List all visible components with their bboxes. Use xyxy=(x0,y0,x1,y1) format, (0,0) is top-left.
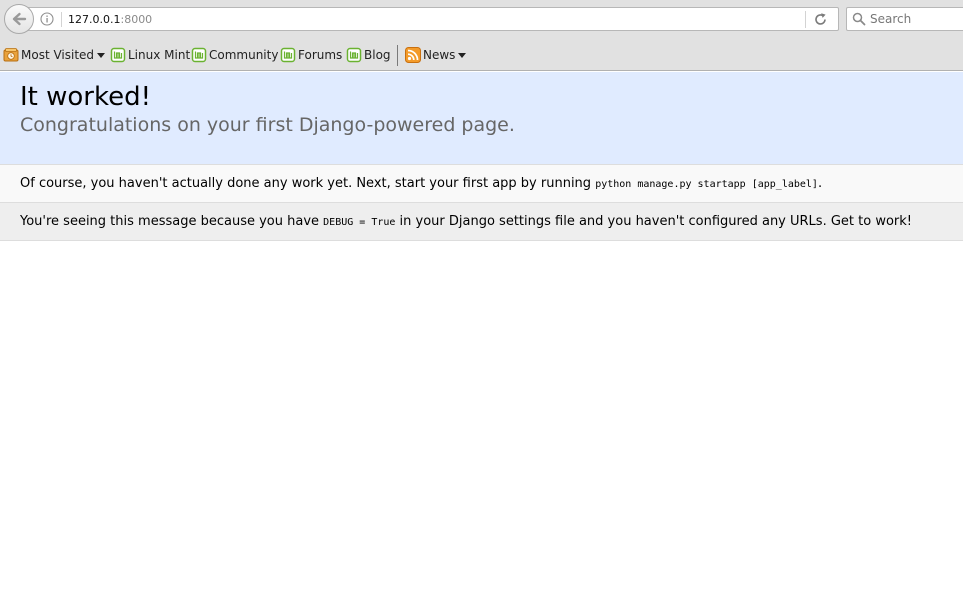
startapp-command: python manage.py startapp [app_label] xyxy=(595,179,818,190)
bookmark-forums[interactable]: Forums xyxy=(280,46,342,64)
bookmark-community[interactable]: Community xyxy=(191,46,278,64)
bookmark-label: News xyxy=(423,48,456,62)
explanation-section: You're seeing this message because you h… xyxy=(0,203,963,241)
bookmark-blog[interactable]: Blog xyxy=(346,46,391,64)
explanation-text-end: in your Django settings file and you hav… xyxy=(399,214,912,229)
bookmark-label: Most Visited xyxy=(21,48,95,62)
summary-section: It worked! Congratulations on your first… xyxy=(0,72,963,165)
instructions-text: Of course, you haven't actually done any… xyxy=(20,176,592,191)
search-bar[interactable]: Search xyxy=(846,7,963,31)
bookmark-label: Community xyxy=(209,48,279,62)
url-bar[interactable]: 127.0.0.1:8000 xyxy=(26,7,839,31)
bookmark-most-visited[interactable]: Most Visited xyxy=(3,46,106,64)
bookmark-linux-mint[interactable]: Linux Mint xyxy=(110,46,190,64)
mint-icon xyxy=(346,47,362,63)
page-title: It worked! xyxy=(20,82,152,112)
url-port: :8000 xyxy=(120,13,153,26)
instructions-section: Of course, you haven't actually done any… xyxy=(0,165,963,203)
mint-icon xyxy=(110,47,126,63)
mint-icon xyxy=(191,47,207,63)
url-text[interactable]: 127.0.0.1:8000 xyxy=(68,12,152,27)
back-arrow-icon xyxy=(12,12,27,26)
debug-setting: DEBUG = True xyxy=(323,217,396,228)
explanation-text: You're seeing this message because you h… xyxy=(20,214,320,229)
bookmarks-separator xyxy=(397,45,398,66)
bookmark-label: Forums xyxy=(298,48,343,62)
back-button[interactable] xyxy=(4,4,34,34)
reload-separator xyxy=(805,11,806,28)
bookmark-label: Blog xyxy=(364,48,391,62)
url-host: 127.0.0.1 xyxy=(68,13,121,26)
search-icon xyxy=(852,12,866,26)
rss-feed-icon xyxy=(405,47,421,63)
reload-icon[interactable] xyxy=(813,12,828,27)
mint-icon xyxy=(280,47,296,63)
chevron-down-icon xyxy=(97,52,106,58)
bookmark-news[interactable]: News xyxy=(405,46,467,64)
page-content: It worked! Congratulations on your first… xyxy=(0,72,963,241)
page-subtitle: Congratulations on your first Django-pow… xyxy=(20,114,515,136)
instructions-period: . xyxy=(817,176,823,191)
info-icon[interactable] xyxy=(40,12,54,26)
url-separator xyxy=(61,12,62,27)
search-placeholder: Search xyxy=(870,12,912,26)
bookmark-label: Linux Mint xyxy=(128,48,191,62)
most-visited-icon xyxy=(3,48,19,62)
navigation-toolbar: 127.0.0.1:8000 Search xyxy=(0,0,963,40)
chevron-down-icon xyxy=(458,52,467,58)
